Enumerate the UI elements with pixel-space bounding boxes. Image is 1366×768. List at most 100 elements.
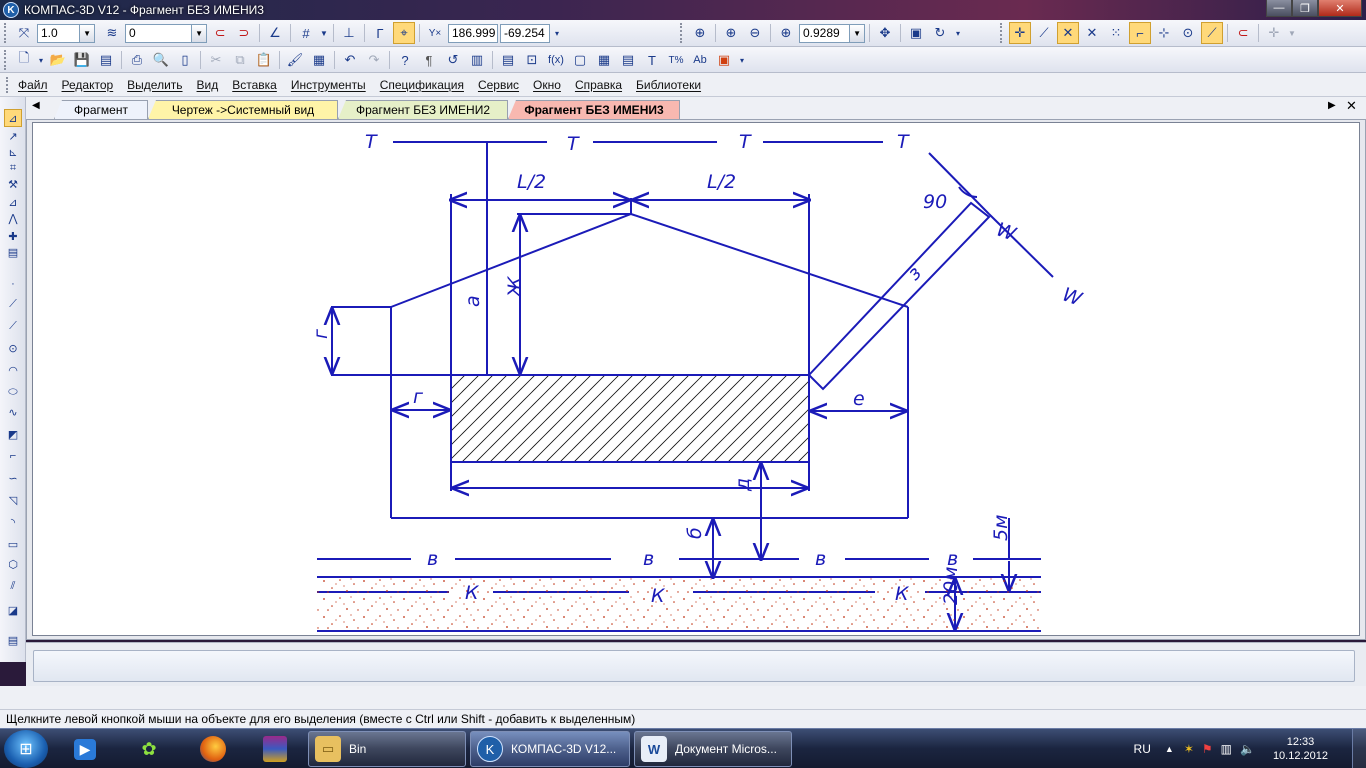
scale-select[interactable]: 1.0 ▼	[37, 23, 95, 43]
snap-middle-icon[interactable]: ✕	[1081, 22, 1103, 44]
contour-tool-icon[interactable]: ◪	[4, 601, 22, 619]
refresh-icon[interactable]: ↻	[929, 22, 951, 44]
tab-fragment[interactable]: Фрагмент	[54, 100, 148, 119]
polyline-tool-icon[interactable]: ⌐	[4, 447, 22, 465]
format-brush-icon[interactable]: 🖌	[284, 49, 306, 71]
menu-tools[interactable]: Инструменты	[291, 78, 366, 92]
select-tool-icon[interactable]: ⋀	[4, 209, 22, 227]
clipboard-icon[interactable]: ▢	[569, 49, 591, 71]
task-word-document[interactable]: W Документ Micros...	[634, 731, 792, 767]
copy-icon[interactable]: ⧉	[229, 49, 251, 71]
equidistant-tool-icon[interactable]: ⫽	[4, 577, 22, 595]
coord-y-field[interactable]: -69.254	[500, 23, 550, 43]
open-folder-icon[interactable]: 📂	[47, 49, 69, 71]
show-desktop-button[interactable]	[1352, 729, 1366, 768]
angle-snap-icon[interactable]: ∠	[264, 22, 286, 44]
snap-intersect-icon[interactable]: ✕	[1057, 22, 1079, 44]
cut-icon[interactable]: ✂	[205, 49, 227, 71]
scale-icon[interactable]: ⤧	[13, 22, 35, 44]
show-all-icon[interactable]: ▣	[905, 22, 927, 44]
zoom-scale-icon[interactable]: ⊕	[775, 22, 797, 44]
task-bin[interactable]: ▭ Bin	[308, 731, 466, 767]
fillet-tool-icon[interactable]: ◝	[4, 513, 22, 531]
function-icon[interactable]: f(x)	[545, 49, 567, 71]
report-tool-icon[interactable]: ▤	[4, 243, 22, 261]
spline-tool-icon[interactable]: ∿	[4, 403, 22, 421]
preview-icon[interactable]: ▯	[174, 49, 196, 71]
ortho-icon[interactable]: Γ	[369, 22, 391, 44]
tab-fragment-untitled-2[interactable]: Фрагмент БЕЗ ИМЕНИ2	[338, 100, 508, 119]
network-flag-icon[interactable]: ⚑	[1202, 742, 1213, 756]
volume-icon[interactable]: 🔈	[1240, 742, 1255, 756]
close-button[interactable]: ✕	[1318, 0, 1362, 17]
local-cs-icon[interactable]: ⊥	[338, 22, 360, 44]
print-icon[interactable]: ⎙	[126, 49, 148, 71]
menu-editor[interactable]: Редактор	[62, 78, 114, 92]
param-tool-icon[interactable]: ⚒	[4, 175, 22, 193]
menu-service[interactable]: Сервис	[478, 78, 519, 92]
manager-icon[interactable]: ▤	[497, 49, 519, 71]
save-all-icon[interactable]: ▤	[95, 49, 117, 71]
snap-center-icon[interactable]: ⊙	[1177, 22, 1199, 44]
start-button[interactable]: ⊞	[4, 730, 48, 768]
snap-tangent-icon[interactable]: ⟋	[1201, 22, 1223, 44]
chevron-down-icon[interactable]: ▼	[79, 24, 94, 42]
clock[interactable]: 12:33 10.12.2012	[1273, 735, 1328, 763]
grid-icon[interactable]: #	[295, 22, 317, 44]
polygon-tool-icon[interactable]: ⬡	[4, 555, 22, 573]
tabs-scroll-right-icon[interactable]: ▶	[1328, 100, 1336, 111]
drawing-canvas[interactable]: Т Т Т Т L/2 L/2 90 W W а Ж г г е з д б в…	[32, 122, 1360, 636]
network-icon[interactable]: ▥	[1221, 742, 1232, 756]
paste-icon[interactable]: 📋	[253, 49, 275, 71]
zoom-out-icon[interactable]: ⊖	[744, 22, 766, 44]
pan-icon[interactable]: ✥	[874, 22, 896, 44]
bezier-tool-icon[interactable]: ∽	[4, 469, 22, 487]
language-indicator[interactable]: RU	[1134, 742, 1151, 756]
toolbar-overflow-icon[interactable]: ▾	[552, 22, 562, 44]
print-preview-icon[interactable]: 🔍	[150, 49, 172, 71]
help-pointer-icon[interactable]: ?	[394, 49, 416, 71]
zoom-in-icon[interactable]: ⊕	[720, 22, 742, 44]
winrar-icon[interactable]	[248, 732, 302, 766]
circle-tool-icon[interactable]: ⊙	[4, 339, 22, 357]
geometry-tool-icon[interactable]: ⊿	[4, 109, 22, 127]
point-tool-icon[interactable]: ·	[4, 275, 22, 293]
toolbar-grip[interactable]	[4, 50, 8, 70]
menu-insert[interactable]: Вставка	[232, 78, 277, 92]
layers-icon[interactable]: ≋	[101, 22, 123, 44]
toolbar-grip[interactable]	[4, 23, 8, 43]
aux-line-tool-icon[interactable]: ⟋	[4, 295, 22, 313]
round-snap-icon[interactable]: ⌖	[393, 22, 415, 44]
task-kompas[interactable]: K КОМПАС-3D V12...	[470, 731, 630, 767]
spelling-icon[interactable]: T%	[665, 49, 687, 71]
menu-select[interactable]: Выделить	[127, 78, 182, 92]
database-icon[interactable]: ▥	[466, 49, 488, 71]
table-icon[interactable]: ▤	[617, 49, 639, 71]
toolbar-overflow-icon[interactable]: ▾	[737, 49, 747, 71]
tab-drawing-system-view[interactable]: Чертеж ->Системный вид	[148, 100, 338, 119]
redo-icon[interactable]: ↷	[363, 49, 385, 71]
menu-file[interactable]: Файл	[18, 78, 48, 92]
menu-view[interactable]: Вид	[197, 78, 219, 92]
menu-window[interactable]: Окно	[533, 78, 561, 92]
library-icon[interactable]: ⊡	[521, 49, 543, 71]
toolbar-grip[interactable]	[680, 23, 684, 43]
coord-x-field[interactable]: 186.999	[448, 23, 498, 43]
chevron-down-icon[interactable]: ▼	[191, 24, 206, 42]
cursor-dropdown-icon[interactable]: ▼	[1287, 22, 1297, 44]
calculator-icon[interactable]: ▦	[593, 49, 615, 71]
menu-libraries[interactable]: Библиотеки	[636, 78, 701, 92]
menu-specification[interactable]: Спецификация	[380, 78, 464, 92]
menu-help[interactable]: Справка	[575, 78, 622, 92]
rectangle-tool-icon[interactable]: ▭	[4, 535, 22, 553]
segment-tool-icon[interactable]: ⟋	[4, 317, 22, 335]
menu-grip[interactable]	[6, 76, 10, 93]
chevron-down-icon[interactable]: ▼	[849, 24, 864, 42]
image-icon[interactable]: ▣	[713, 49, 735, 71]
zoom-select[interactable]: 0.9289 ▼	[799, 23, 865, 43]
save-icon[interactable]: 💾	[71, 49, 93, 71]
close-tab-icon[interactable]: ✕	[1346, 98, 1357, 114]
hatch-tool-icon[interactable]: ◩	[4, 425, 22, 443]
snap-angle-icon[interactable]: ⌐	[1129, 22, 1151, 44]
paragraph-icon[interactable]: ¶	[418, 49, 440, 71]
